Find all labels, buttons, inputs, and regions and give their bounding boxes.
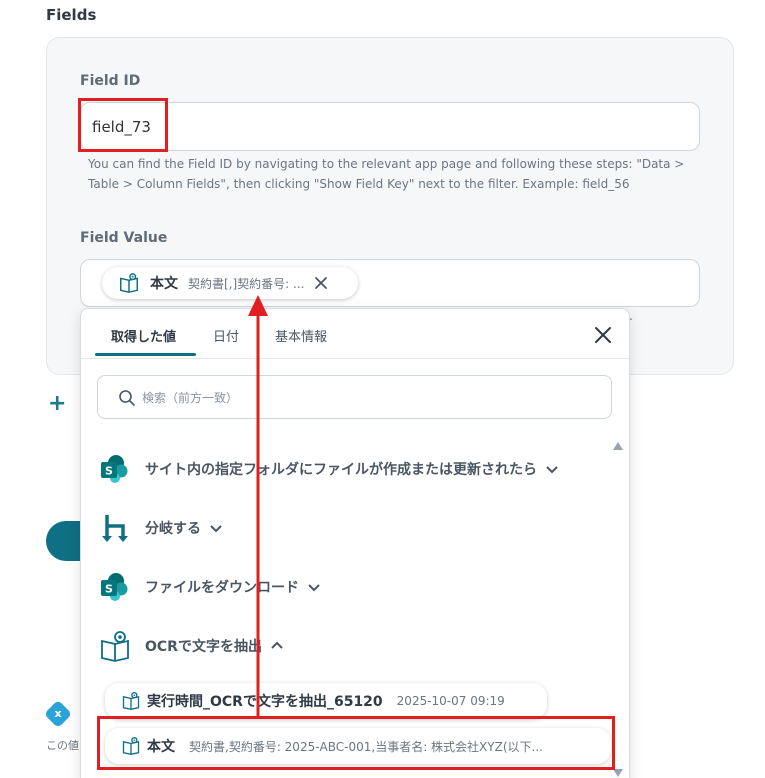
list-item-ocr[interactable]: OCRで文字を抽出 <box>99 629 284 663</box>
chevron-down-icon <box>308 584 320 592</box>
tab-date[interactable]: 日付 <box>213 326 239 345</box>
option-value: 2025-10-07 09:19 <box>396 694 505 708</box>
chevron-up-icon <box>271 641 283 649</box>
value-picker-dropdown: 取得した値 日付 基本情報 S サイト内の指定フォルダにファイルが作成または更新… <box>80 308 630 778</box>
field-id-highlight <box>78 98 168 152</box>
search-input[interactable] <box>142 387 582 409</box>
field-id-label: Field ID <box>80 73 141 89</box>
chip-remove-icon[interactable] <box>314 276 328 290</box>
field-value-label: Field Value <box>80 230 168 246</box>
tab-basic-info[interactable]: 基本情報 <box>275 326 327 345</box>
search-box[interactable] <box>97 375 612 419</box>
sharepoint-icon: S <box>101 573 128 601</box>
chevron-down-icon <box>210 525 222 533</box>
ocr-book-icon <box>120 273 138 293</box>
close-icon[interactable] <box>591 323 615 347</box>
option-title: 実行時間_OCRで文字を抽出_65120 <box>147 694 383 710</box>
x-app-icon: x <box>43 699 73 729</box>
picker-tabs: 取得した値 日付 基本情報 <box>81 309 629 359</box>
add-field-plus-icon[interactable]: + <box>48 391 66 416</box>
chevron-down-icon <box>546 466 558 474</box>
item-label: 分岐する <box>145 521 201 537</box>
field-id-input[interactable]: field_73 <box>80 102 700 151</box>
scroll-up-arrow[interactable] <box>613 442 623 450</box>
branch-icon <box>102 515 128 542</box>
list-item-trigger[interactable]: S サイト内の指定フォルダにファイルが作成または更新されたら <box>99 452 559 486</box>
item-label: サイト内の指定フォルダにファイルが作成または更新されたら <box>145 462 537 478</box>
section-title: Fields <box>46 6 97 24</box>
field-value-chip[interactable]: 本文 契約書[,]契約番号: ... <box>102 267 358 299</box>
value-option-runtime[interactable]: 実行時間_OCRで文字を抽出_65120 2025-10-07 09:19 <box>105 683 547 719</box>
item-label: OCRで文字を抽出 <box>145 639 262 655</box>
tab-retrieved-values[interactable]: 取得した値 <box>111 326 176 345</box>
scroll-down-arrow[interactable] <box>613 769 623 777</box>
ocr-book-icon <box>101 631 129 662</box>
list-item-download[interactable]: S ファイルをダウンロード <box>99 570 321 604</box>
left-hint-text: この値 <box>46 739 79 752</box>
list-item-branch[interactable]: 分岐する <box>99 511 223 545</box>
item-label: ファイルをダウンロード <box>145 580 299 596</box>
svg-text:S: S <box>105 465 113 478</box>
body-option-highlight <box>97 716 615 770</box>
chip-subtitle: 契約書[,]契約番号: ... <box>188 276 305 291</box>
chip-title: 本文 <box>150 276 178 292</box>
search-icon <box>119 390 135 406</box>
field-id-help: You can find the Field ID by navigating … <box>88 157 685 191</box>
svg-text:S: S <box>105 583 113 596</box>
sharepoint-icon: S <box>101 455 128 483</box>
active-tab-indicator <box>95 353 196 356</box>
ocr-book-icon <box>122 692 140 711</box>
